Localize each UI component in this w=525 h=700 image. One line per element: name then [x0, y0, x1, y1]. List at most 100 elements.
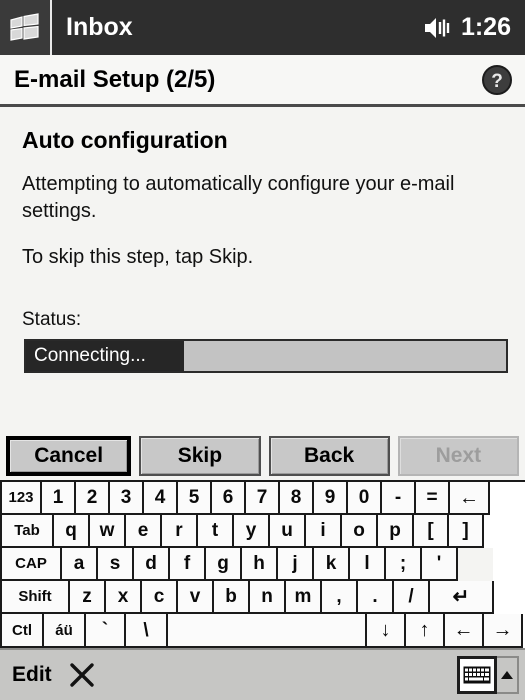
wizard-button-row: Cancel Skip Back Next — [0, 432, 525, 480]
key-comma[interactable]: , — [322, 581, 358, 614]
key-5[interactable]: 5 — [178, 482, 212, 515]
key-y[interactable]: y — [234, 515, 270, 548]
key-m[interactable]: m — [286, 581, 322, 614]
titlebar-title: Inbox — [66, 13, 133, 41]
key-g[interactable]: g — [206, 548, 242, 581]
section-title: Auto configuration — [22, 127, 228, 153]
key-Shift[interactable]: Shift — [0, 581, 70, 614]
status-progress-field: Connecting... — [24, 338, 508, 373]
paragraph-primary: Attempting to automatically configure yo… — [22, 173, 455, 222]
edit-menu[interactable]: Edit — [12, 663, 52, 687]
status-label: Status: — [22, 308, 82, 330]
key-123[interactable]: 123 — [0, 482, 42, 515]
speaker-icon[interactable] — [423, 15, 451, 41]
key-v[interactable]: v — [178, 581, 214, 614]
key-6[interactable]: 6 — [212, 482, 246, 515]
page-title: E-mail Setup (2/5) — [14, 65, 216, 93]
status-value: Connecting... — [26, 340, 185, 371]
key-apostrophe[interactable]: ' — [422, 548, 458, 581]
key-x[interactable]: x — [106, 581, 142, 614]
enter-icon[interactable]: ↵ — [430, 581, 494, 614]
keyboard-toggle-button[interactable] — [457, 656, 497, 694]
back-button[interactable]: Back — [268, 436, 390, 476]
key-semicolon[interactable]: ; — [386, 548, 422, 581]
skip-button[interactable]: Skip — [139, 436, 261, 476]
clock[interactable]: 1:26 — [461, 13, 511, 42]
caret-up-icon — [501, 671, 513, 679]
key-e[interactable]: e — [126, 515, 162, 548]
help-circle-icon: ? — [482, 64, 512, 95]
key-7[interactable]: 7 — [246, 482, 280, 515]
key-1[interactable]: 1 — [42, 482, 76, 515]
key-3[interactable]: 3 — [110, 482, 144, 515]
page-header: E-mail Setup (2/5) ? — [0, 55, 525, 107]
key-s[interactable]: s — [98, 548, 134, 581]
key-w[interactable]: w — [90, 515, 126, 548]
windows-flag-icon — [10, 12, 39, 41]
key-u[interactable]: u — [270, 515, 306, 548]
arrow-right-icon[interactable]: → — [484, 614, 523, 648]
main-content: Auto configuration Attempting to automat… — [0, 107, 525, 432]
key-slash[interactable]: / — [394, 581, 430, 614]
key-c[interactable]: c — [142, 581, 178, 614]
paragraph-secondary: To skip this step, tap Skip. — [22, 246, 254, 269]
key-l[interactable]: l — [350, 548, 386, 581]
pocketpc-screen: Inbox 1:26 E-mail Setup (2/5) ? Auto con… — [0, 0, 525, 700]
keyboard-filler — [458, 548, 493, 581]
titlebar: Inbox 1:26 — [0, 0, 525, 55]
svg-text:?: ? — [491, 71, 503, 92]
key-4[interactable]: 4 — [144, 482, 178, 515]
keyboard-row: Tab q w e r t y u i o p[] — [0, 515, 525, 548]
backspace-icon[interactable]: ← — [450, 482, 490, 515]
key-k[interactable]: k — [314, 548, 350, 581]
key-j[interactable]: j — [278, 548, 314, 581]
next-button: Next — [397, 436, 519, 476]
key-backslash[interactable]: \ — [126, 614, 168, 648]
key-z[interactable]: z — [70, 581, 106, 614]
key-Tab[interactable]: Tab — [0, 515, 54, 548]
key-rbracket[interactable]: ] — [449, 515, 484, 548]
keyboard-row: Ctl áü ` \ ↓ ↑ ← → — [0, 614, 525, 648]
key-h[interactable]: h — [242, 548, 278, 581]
keyboard-row: CAP a s d f g h j k l; ' — [0, 548, 525, 581]
key-r[interactable]: r — [162, 515, 198, 548]
key-backtick[interactable]: ` — [86, 614, 126, 648]
key-CAP[interactable]: CAP — [0, 548, 62, 581]
key-f[interactable]: f — [170, 548, 206, 581]
key-0[interactable]: 0 — [348, 482, 382, 515]
key-Ctl[interactable]: Ctl — [0, 614, 44, 648]
key-period[interactable]: . — [358, 581, 394, 614]
key-n[interactable]: n — [250, 581, 286, 614]
key-minus[interactable]: - — [382, 482, 416, 515]
input-panel-selector-button[interactable] — [497, 656, 519, 694]
key-symsym[interactable]: áü — [44, 614, 86, 648]
key-q[interactable]: q — [54, 515, 90, 548]
start-button[interactable] — [0, 0, 52, 55]
key-t[interactable]: t — [198, 515, 234, 548]
keyboard-row: 123 1 2 3 4 5 6 7 8 9 0- = ← — [0, 482, 525, 515]
arrow-left-icon[interactable]: ← — [445, 614, 484, 648]
key-p[interactable]: p — [378, 515, 414, 548]
keyboard-row: Shift z x c v b n m,. / ↵ — [0, 581, 525, 614]
key-8[interactable]: 8 — [280, 482, 314, 515]
arrow-up-icon[interactable]: ↑ — [406, 614, 445, 648]
key-b[interactable]: b — [214, 581, 250, 614]
key-2[interactable]: 2 — [76, 482, 110, 515]
soft-keyboard[interactable]: 123 1 2 3 4 5 6 7 8 9 0- = ← Tab q w e r t y u i o p[] CAP a s d f g h… — [0, 480, 525, 648]
stylus-x-icon — [69, 663, 94, 687]
titlebar-status-area: 1:26 — [423, 0, 511, 55]
key-equals[interactable]: = — [416, 482, 450, 515]
key-lbracket[interactable]: [ — [414, 515, 449, 548]
key-o[interactable]: o — [342, 515, 378, 548]
help-button[interactable]: ? — [481, 64, 513, 96]
key-i[interactable]: i — [306, 515, 342, 548]
cancel-button[interactable]: Cancel — [6, 436, 132, 476]
keyboard-icon — [463, 666, 491, 684]
spacebar[interactable] — [168, 614, 367, 648]
stylus-x-button[interactable] — [68, 661, 96, 689]
key-d[interactable]: d — [134, 548, 170, 581]
key-9[interactable]: 9 — [314, 482, 348, 515]
command-bar: Edit — [0, 648, 525, 700]
key-a[interactable]: a — [62, 548, 98, 581]
arrow-down-icon[interactable]: ↓ — [367, 614, 406, 648]
